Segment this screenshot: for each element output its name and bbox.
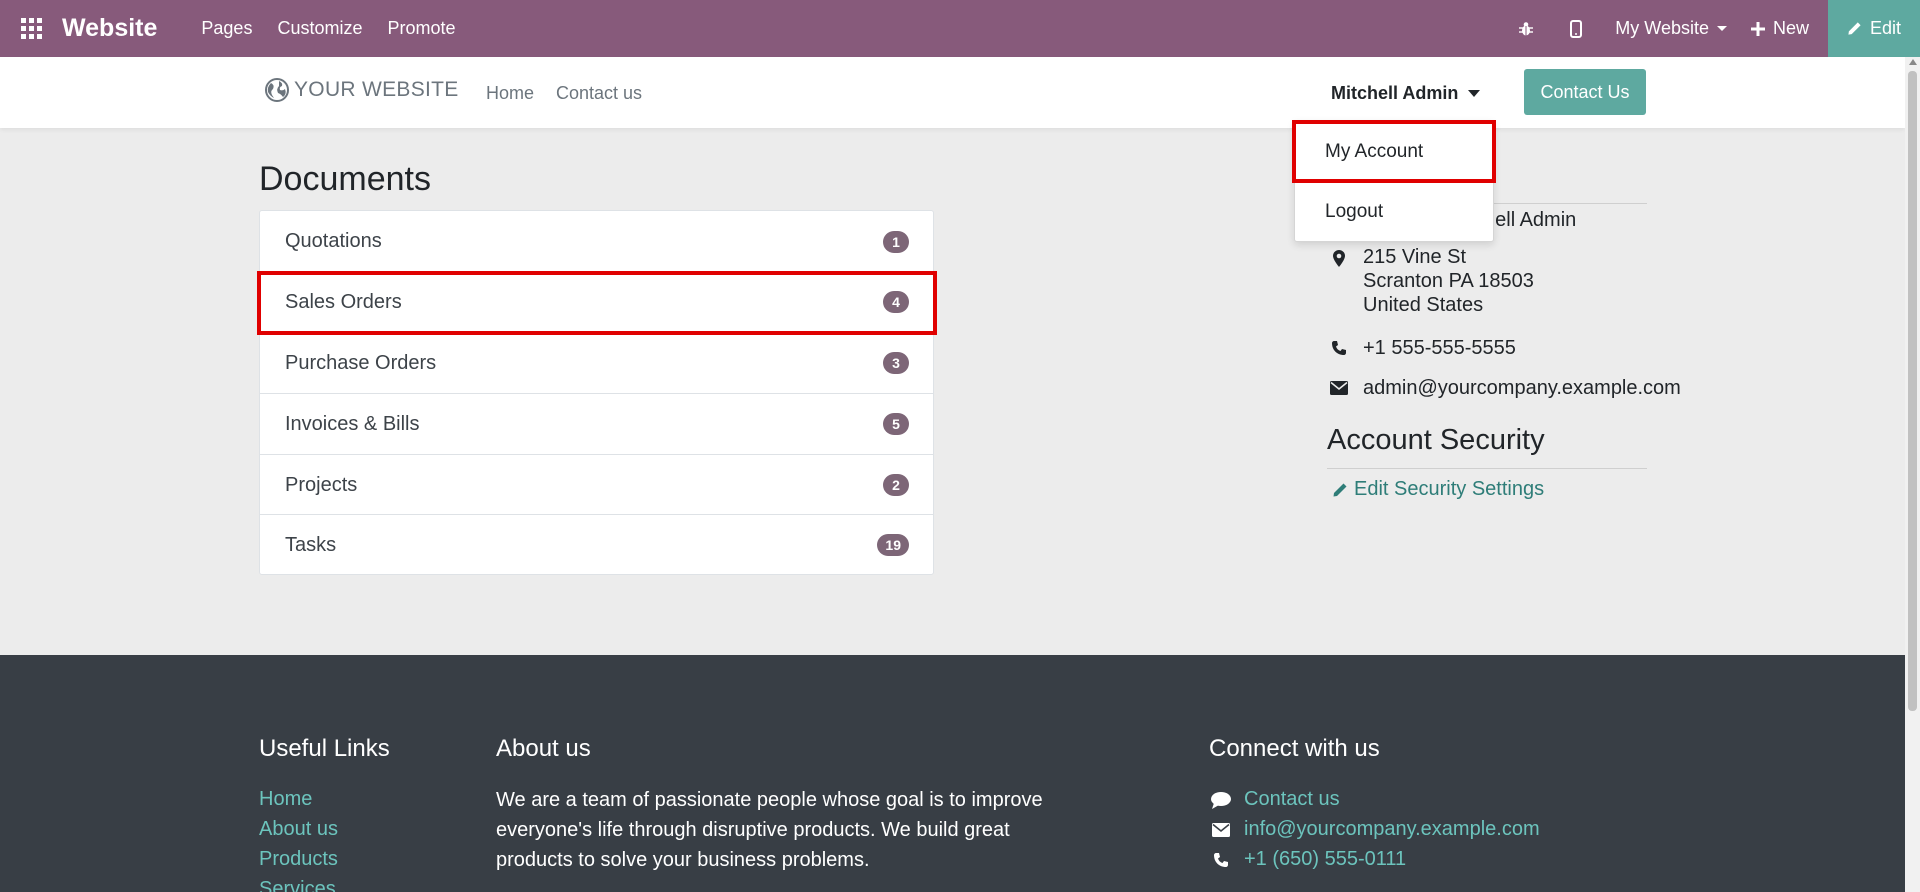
envelope-icon [1330,379,1348,397]
address-line-2: Scranton PA 18503 [1363,270,1534,292]
footer-link-products[interactable]: Products [259,848,338,871]
site-logo-text: YOUR WEBSITE [294,78,459,101]
menu-pages[interactable]: Pages [201,18,252,39]
page-scrollbar[interactable] [1905,57,1920,892]
about-us-text: We are a team of passionate people whose… [496,789,1043,871]
user-menu-toggle[interactable]: Mitchell Admin [1331,83,1481,104]
phone-icon [1210,850,1232,870]
count-badge: 19 [877,534,909,556]
mobile-icon [1570,19,1583,38]
highlight-box-my-account [1292,120,1496,183]
phone-icon [1330,339,1348,357]
details-phone: +1 555-555-5555 [1363,337,1516,359]
menu-promote[interactable]: Promote [387,18,455,39]
map-marker-icon [1330,249,1348,267]
footer-link-home[interactable]: Home [259,788,312,811]
documents-title: Documents [259,160,431,198]
bug-icon [1519,21,1534,35]
account-security-title: Account Security [1327,424,1545,456]
documents-list: Quotations 1 Sales Orders 4 Purchase Ord… [259,210,934,575]
app-brand[interactable]: Website [62,14,157,43]
apps-grid-icon [20,18,42,39]
envelope-icon [1210,820,1232,840]
security-divider [1327,468,1647,469]
nav-home[interactable]: Home [486,83,534,104]
plus-icon [1750,21,1765,36]
dropdown-logout[interactable]: Logout [1325,201,1383,223]
edit-security-settings-link[interactable]: Edit Security Settings [1332,478,1544,501]
address-line-1: 215 Vine St [1363,246,1467,268]
footer-link-about-us[interactable]: About us [259,818,338,841]
count-badge: 3 [883,352,909,374]
new-button-label: New [1772,18,1809,38]
globe-icon [265,78,289,102]
mobile-preview-button[interactable] [1551,0,1601,57]
contact-us-button[interactable]: Contact Us [1524,69,1646,115]
website-selector[interactable]: My Website [1615,18,1727,39]
details-email: admin@yourcompany.example.com [1363,377,1681,399]
site-header: YOUR WEBSITE Home Contact us Mitchell Ad… [0,57,1905,128]
document-row-label: Tasks [285,533,337,556]
footer-link-services[interactable]: Services [259,878,336,892]
apps-menu-button[interactable] [0,0,62,57]
count-badge: 2 [883,474,909,496]
footer-contact-us-link[interactable]: Contact us [1244,788,1340,811]
count-badge: 5 [883,413,909,435]
footer-phone-link[interactable]: +1 (650) 555-0111 [1244,848,1406,871]
edit-button-label: Edit [1869,18,1902,38]
footer-email-link[interactable]: info@yourcompany.example.com [1244,818,1540,841]
edit-security-settings-label: Edit Security Settings [1354,478,1545,500]
document-row-projects[interactable]: Projects 2 [260,454,933,515]
debug-button[interactable] [1501,0,1551,57]
about-us-title: About us [496,735,591,762]
document-row-quotations[interactable]: Quotations 1 [260,211,933,272]
address-line-3: United States [1363,294,1484,316]
site-logo[interactable]: YOUR WEBSITE [264,77,459,103]
document-row-label: Projects [285,473,358,496]
nav-contact-us[interactable]: Contact us [556,83,642,104]
menu-customize[interactable]: Customize [277,18,362,39]
edit-button[interactable]: Edit [1828,0,1920,57]
pencil-icon [1848,22,1861,35]
caret-down-icon [1468,90,1481,97]
connect-title: Connect with us [1209,735,1380,762]
caret-down-icon [1716,26,1727,31]
document-row-label: Invoices & Bills [285,412,420,435]
useful-links-title: Useful Links [259,735,390,762]
document-row-label: Quotations [285,230,382,252]
document-row-invoices-bills[interactable]: Invoices & Bills 5 [260,393,933,454]
count-badge: 1 [883,230,909,253]
document-row-tasks[interactable]: Tasks 19 [260,514,933,575]
new-button[interactable]: New [1750,18,1809,39]
scrollbar-thumb[interactable] [1908,71,1917,711]
site-footer: Useful Links Home About us Products Serv… [0,655,1905,892]
document-row-label: Purchase Orders [285,351,437,374]
website-selector-label: My Website [1615,18,1709,38]
comment-icon [1210,790,1232,810]
highlight-box-sales-orders [257,271,937,335]
scroll-up-arrow-icon[interactable] [1909,59,1917,65]
document-row-purchase-orders[interactable]: Purchase Orders 3 [260,332,933,393]
pencil-icon [1333,483,1347,496]
admin-navbar: Website Pages Customize Promote My Websi… [0,0,1920,57]
user-name: Mitchell Admin [1331,83,1459,103]
